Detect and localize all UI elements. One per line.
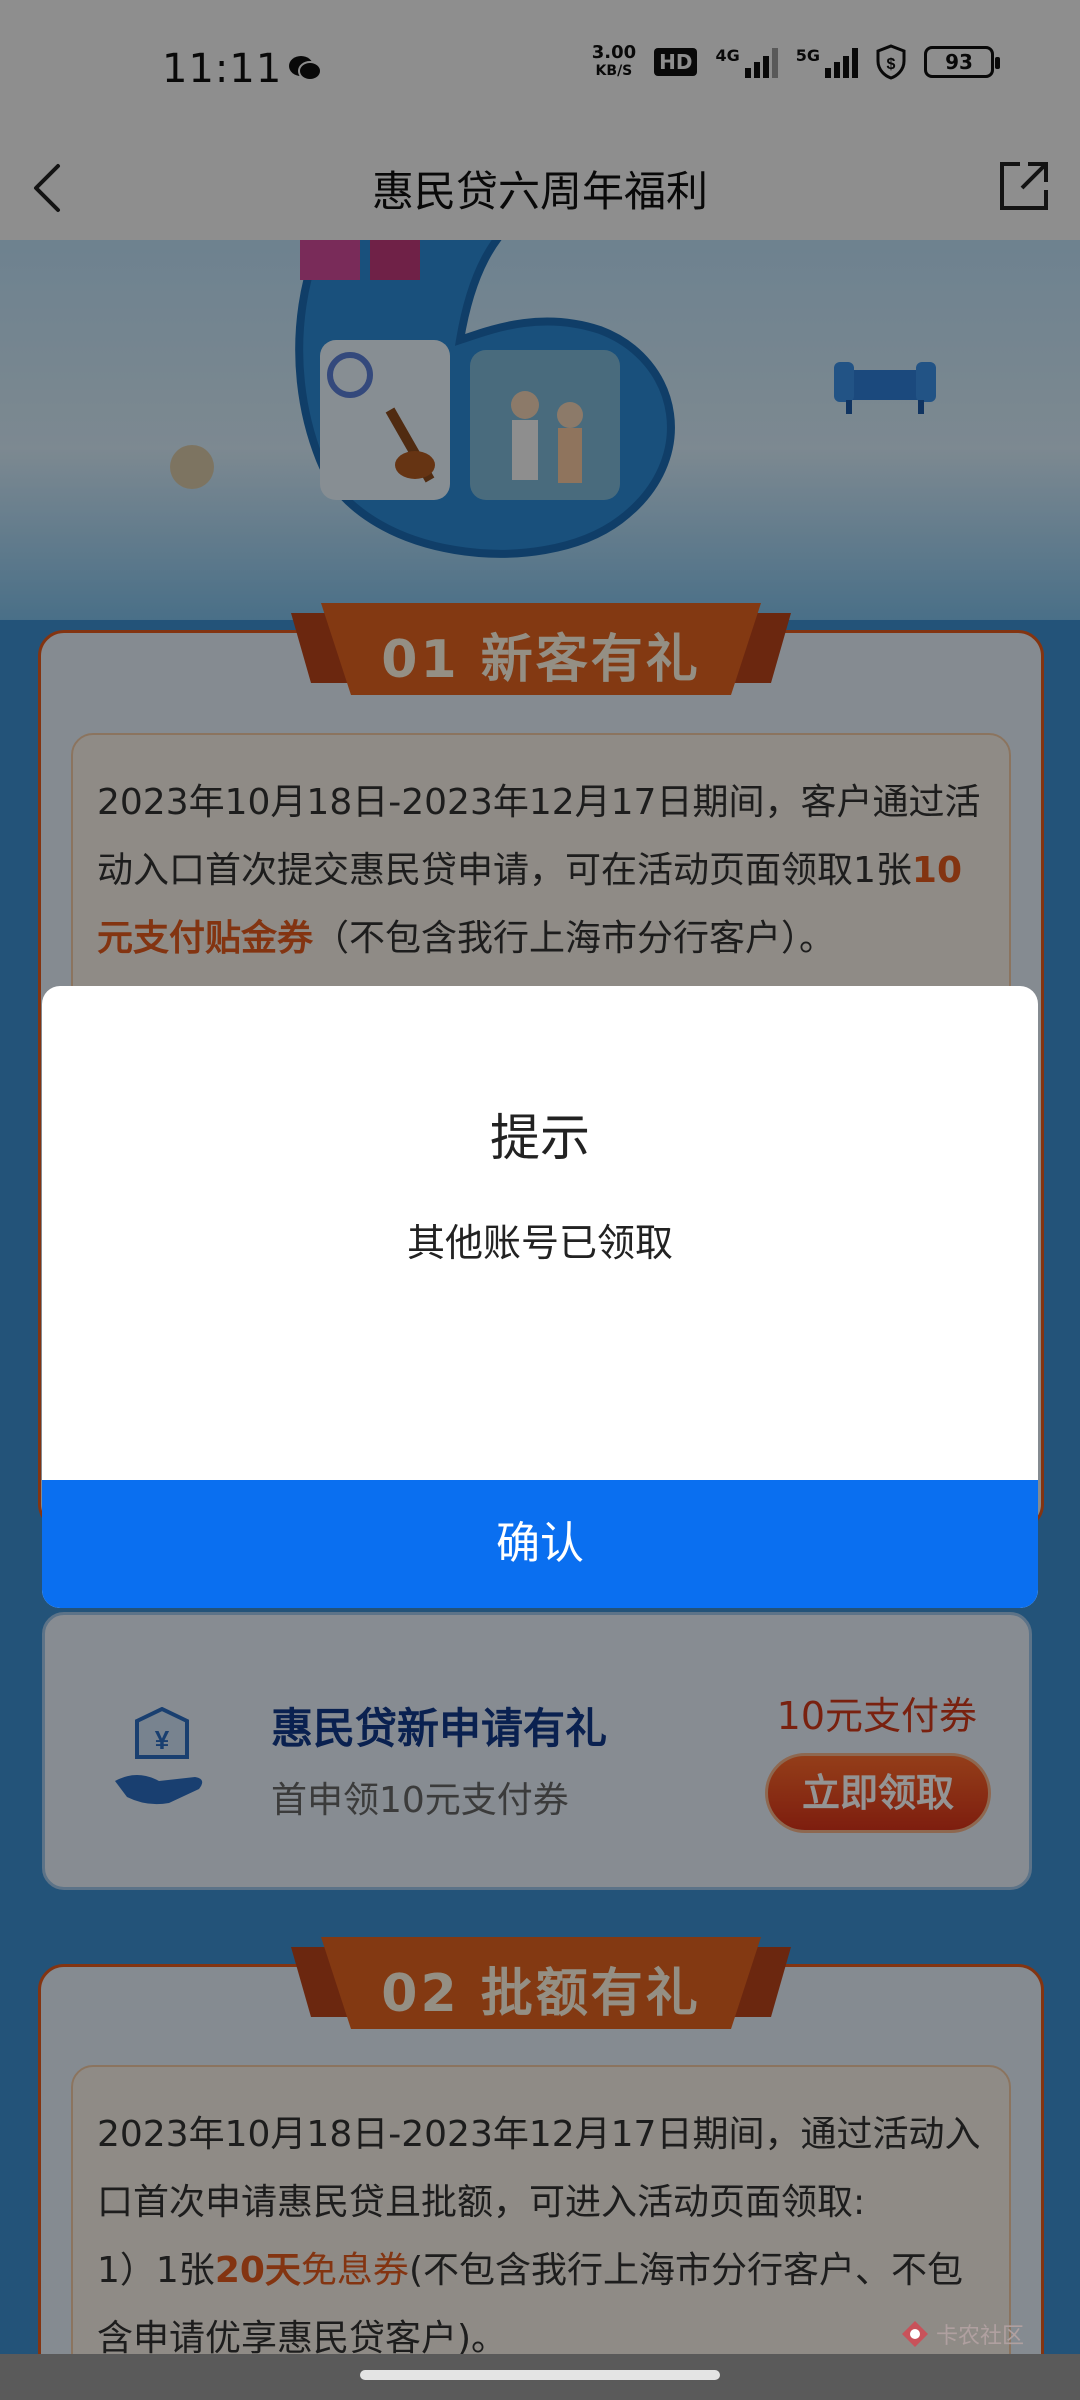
alert-dialog: 提示 其他账号已领取 确认 xyxy=(42,986,1038,1608)
home-indicator[interactable] xyxy=(360,2370,720,2380)
kanong-logo-icon xyxy=(902,2321,928,2347)
dialog-title: 提示 xyxy=(490,1109,590,1167)
gesture-bar-area xyxy=(0,2354,1080,2400)
confirm-button[interactable]: 确认 xyxy=(42,1480,1038,1608)
watermark: 卡农社区 xyxy=(900,2318,1024,2350)
dialog-message: 其他账号已领取 xyxy=(406,1221,673,1265)
watermark-text: 卡农社区 xyxy=(936,2324,1025,2349)
